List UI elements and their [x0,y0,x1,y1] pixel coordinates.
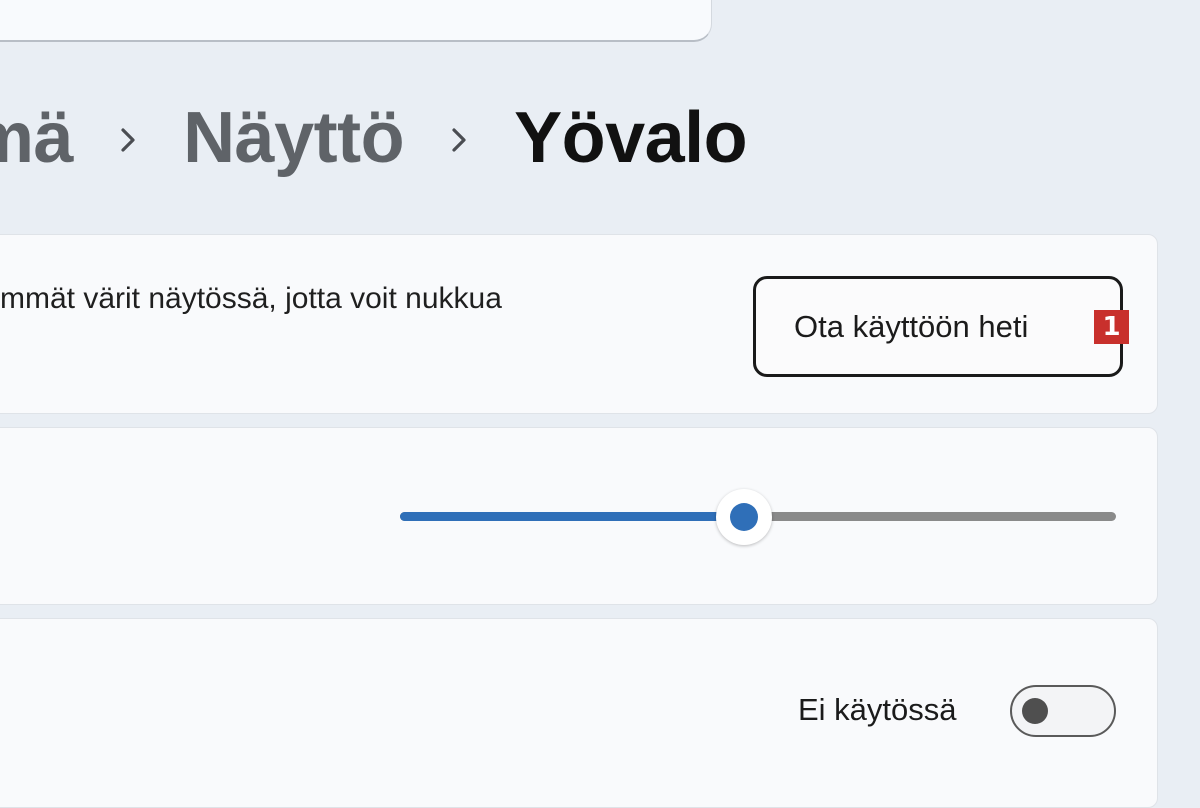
toggle-knob [1022,698,1048,724]
enable-now-button[interactable]: Ota käyttöön heti [753,276,1123,377]
breadcrumb: mä Näyttö Yövalo [0,88,748,188]
step-marker-badge: 1 [1094,310,1129,344]
breadcrumb-item-night-light: Yövalo [514,98,748,178]
slider-thumb-dot [729,503,758,531]
chevron-right-icon [404,88,514,188]
slider-fill [400,512,744,521]
slider-thumb[interactable] [715,489,772,545]
night-light-description: mmät värit näytössä, jotta voit nukkua [0,282,502,315]
strength-slider[interactable] [400,489,1116,545]
search-box[interactable] [0,0,712,42]
schedule-toggle-status: Ei käytössä [798,692,957,727]
breadcrumb-item-system[interactable]: mä [0,88,74,188]
chevron-right-icon [73,88,183,188]
enable-now-label: Ota käyttöön heti [794,308,1029,344]
breadcrumb-item-display[interactable]: Näyttö [183,88,405,188]
schedule-card [0,618,1158,808]
schedule-toggle[interactable] [1010,685,1116,737]
